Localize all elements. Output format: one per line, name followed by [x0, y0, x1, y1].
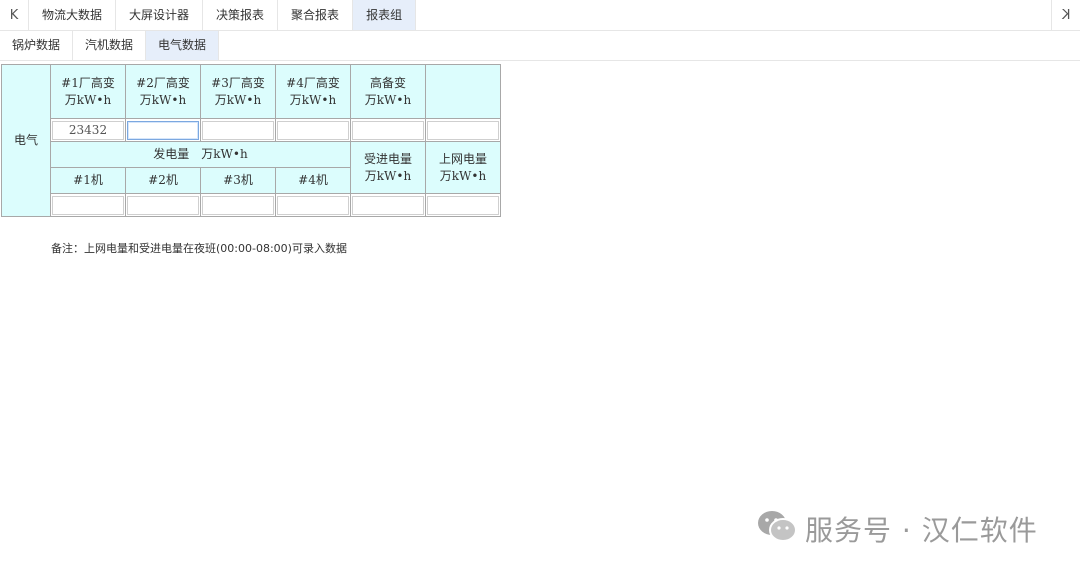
last-glyph: K [1061, 7, 1071, 23]
header-transformer-3: #3厂高变万kW•h [200, 64, 276, 119]
header-transformer-2: #2厂高变万kW•h [125, 64, 201, 119]
subtab-boiler-data[interactable]: 锅炉数据 [0, 31, 74, 60]
watermark-text: 服务号 · 汉仁软件 [805, 514, 1038, 547]
header-unit: 万kW•h [289, 92, 337, 107]
last-page-icon[interactable]: K [1051, 0, 1080, 30]
value-field[interactable] [352, 195, 424, 215]
header-line: #4厂高变 [286, 75, 340, 90]
header-unit: 万kW•h [364, 168, 412, 183]
header-line: 高备变 [369, 75, 406, 90]
header-unit-4: #4机 [275, 167, 351, 194]
input-cell-unit-4 [275, 193, 351, 217]
subtab-turbine-data[interactable]: 汽机数据 [73, 31, 147, 60]
subtab-electric-data[interactable]: 电气数据 [146, 31, 220, 60]
value-field[interactable] [127, 195, 199, 215]
header-received-power: 受进电量万kW•h [350, 141, 426, 194]
value-field[interactable] [277, 195, 349, 215]
wechat-icon [757, 509, 797, 550]
value-field[interactable] [202, 195, 274, 215]
value-field[interactable] [202, 120, 274, 140]
input-cell-unit-3 [200, 193, 276, 217]
header-grid-power: 上网电量万kW•h [425, 141, 501, 194]
value-field[interactable] [427, 120, 499, 140]
input-cell-transformer-2 [125, 118, 201, 142]
header-unit: 万kW•h [439, 168, 487, 183]
header-generation: 发电量 万kW•h [50, 141, 351, 168]
header-line: #1厂高变 [61, 75, 115, 90]
remark-note: 备注：上网电量和受进电量在夜班(00:00-08:00)可录入数据 [51, 242, 347, 255]
value-field[interactable]: 23432 [52, 120, 124, 140]
header-line: #2厂高变 [136, 75, 190, 90]
input-cell-transformer-1: 23432 [50, 118, 126, 142]
first-page-icon[interactable]: K [0, 0, 29, 30]
electric-report-table: 电气 #1厂高变万kW•h #2厂高变万kW•h #3厂高变万kW•h #4厂高… [1, 64, 501, 217]
header-unit-2: #2机 [125, 167, 201, 194]
input-cell-unit-1 [50, 193, 126, 217]
sub-tab-bar: 锅炉数据 汽机数据 电气数据 [0, 31, 1080, 61]
header-transformer-1: #1厂高变万kW•h [50, 64, 126, 119]
header-line: #3厂高变 [211, 75, 265, 90]
watermark: 服务号 · 汉仁软件 [757, 509, 1038, 549]
input-cell-transformer-3 [200, 118, 276, 142]
input-cell-received [350, 193, 426, 217]
input-cell-unit-2 [125, 193, 201, 217]
tab-report-group[interactable]: 报表组 [353, 0, 417, 30]
input-cell-extra [425, 118, 501, 142]
header-unit: 万kW•h [139, 92, 187, 107]
header-unit: 万kW•h [64, 92, 112, 107]
top-tab-bar: K 物流大数据 大屏设计器 决策报表 聚合报表 报表组 K [0, 0, 1080, 31]
value-field[interactable] [352, 120, 424, 140]
header-unit-3: #3机 [200, 167, 276, 194]
header-line: 上网电量 [438, 151, 487, 166]
input-cell-grid [425, 193, 501, 217]
header-line: 受进电量 [363, 151, 412, 166]
row-label-electric: 电气 [1, 64, 51, 217]
first-glyph: K [9, 7, 19, 23]
tab-list: 物流大数据 大屏设计器 决策报表 聚合报表 报表组 [29, 0, 417, 30]
header-unit-1: #1机 [50, 167, 126, 194]
input-cell-transformer-4 [275, 118, 351, 142]
tab-aggregate-report[interactable]: 聚合报表 [278, 0, 354, 30]
header-unit: 万kW•h [364, 92, 412, 107]
tab-decision-report[interactable]: 决策报表 [203, 0, 279, 30]
value-field[interactable] [277, 120, 349, 140]
tab-screen-designer[interactable]: 大屏设计器 [116, 0, 204, 30]
header-transformer-4: #4厂高变万kW•h [275, 64, 351, 119]
header-empty [425, 64, 501, 119]
header-standby-transformer: 高备变万kW•h [350, 64, 426, 119]
value-field[interactable] [427, 195, 499, 215]
tab-logistics-bigdata[interactable]: 物流大数据 [29, 0, 117, 30]
input-cell-standby [350, 118, 426, 142]
value-field[interactable] [52, 195, 124, 215]
value-field-focused[interactable] [127, 120, 199, 140]
header-unit: 万kW•h [214, 92, 262, 107]
